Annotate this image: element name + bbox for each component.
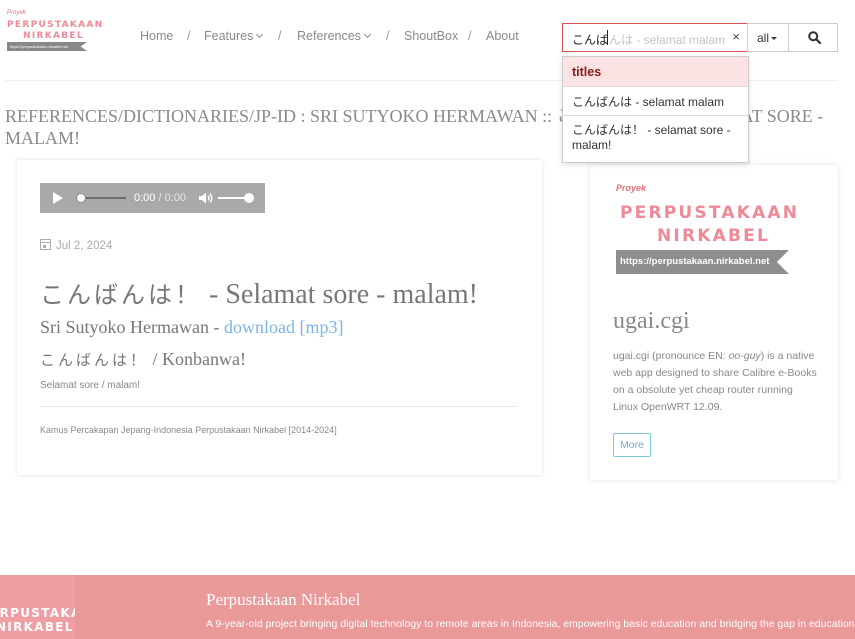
side-logo-line1: PERPUSTAKAAN [620,203,800,223]
nav-about[interactable]: About [486,29,519,43]
search-suggestions: titles こんばんは - selamat malam こんばんは！ - se… [562,56,749,163]
logo-proyek-text: Proyek [7,10,26,16]
more-button[interactable]: More [613,433,651,457]
logo-line2: NIRKABEL [23,31,84,41]
suggestion-item[interactable]: こんばんは - selamat malam [563,87,748,116]
nav-home[interactable]: Home [140,29,173,43]
play-button[interactable] [53,192,63,204]
footer-logo-line2: NIRKABEL [0,620,74,634]
side-title: ugai.cgi [613,308,690,334]
entry-source: Kamus Percakapan Jepang-Indonesia Perpus… [40,425,337,435]
search-autocomplete-hint: んは - selamat malam [609,33,726,47]
footer: PERPUSTAKAAN NIRKABEL Perpustakaan Nirka… [0,575,855,639]
entry-title: こんばんは！ - Selamat sore - malam! [40,279,479,310]
entry-date: Jul 2, 2024 [40,238,112,252]
footer-title: Perpustakaan Nirkabel [206,590,361,609]
entry-author: Sri Sutyoko Hermawan - download [mp3] [40,317,344,337]
audio-progress-handle[interactable] [76,193,86,203]
chevron-down-icon [363,30,371,39]
nav-separator: / [468,29,472,43]
text-cursor [607,30,608,45]
calendar-icon [40,239,51,250]
nav-separator: / [187,29,191,43]
nav-references[interactable]: References [297,29,371,43]
download-mp3-link[interactable]: download [mp3] [224,317,343,337]
nav-features[interactable]: Features [204,29,264,43]
search-typed-text: こんば [572,33,609,47]
logo-url-ribbon: https://perpustakaan.nirkabel.net [7,42,87,51]
side-description: ugai.cgi (pronounce EN: oo-guy) is a nat… [613,350,817,413]
search-input[interactable]: こんば んは - selamat malam × [562,23,748,52]
suggestion-group-titles: titles [563,57,748,87]
search-icon [808,31,821,44]
side-logo-proyek: Proyek [616,183,647,193]
footer-logo-line1: PERPUSTAKAAN [0,606,75,620]
entry-meaning: Selamat sore / malam! [40,380,141,391]
site-logo[interactable]: Proyek PERPUSTAKAAN NIRKABEL https://per… [5,10,102,54]
search-scope-label: all [757,31,770,45]
footer-logo: PERPUSTAKAAN NIRKABEL [0,575,75,639]
volume-handle[interactable] [244,193,254,203]
nav-separator: / [386,29,390,43]
nav-shoutbox[interactable]: ShoutBox [404,29,458,43]
suggestion-item[interactable]: こんばんは！ - selamat sore - malam! [563,116,748,153]
side-logo-url-ribbon: https://perpustakaan.nirkabel.net [616,250,789,274]
audio-player: 0:00 / 0:00 [40,183,265,213]
audio-time: 0:00 / 0:00 [134,192,187,204]
chevron-down-icon [256,30,264,39]
card-divider [40,406,517,407]
footer-description: A 9-year-old project bringing digital te… [206,618,855,630]
logo-line1: PERPUSTAKAAN [7,20,104,30]
search-button[interactable] [788,23,838,52]
clear-search-button[interactable]: × [732,29,740,44]
caret-down-icon [771,37,778,40]
entry-romaji: こんばんは！ / Konbanwa! [40,349,246,369]
side-logo-line2: NIRKABEL [657,226,770,246]
search-scope-dropdown[interactable]: all [747,23,789,52]
volume-icon[interactable] [198,191,214,205]
nav-separator: / [278,29,282,43]
